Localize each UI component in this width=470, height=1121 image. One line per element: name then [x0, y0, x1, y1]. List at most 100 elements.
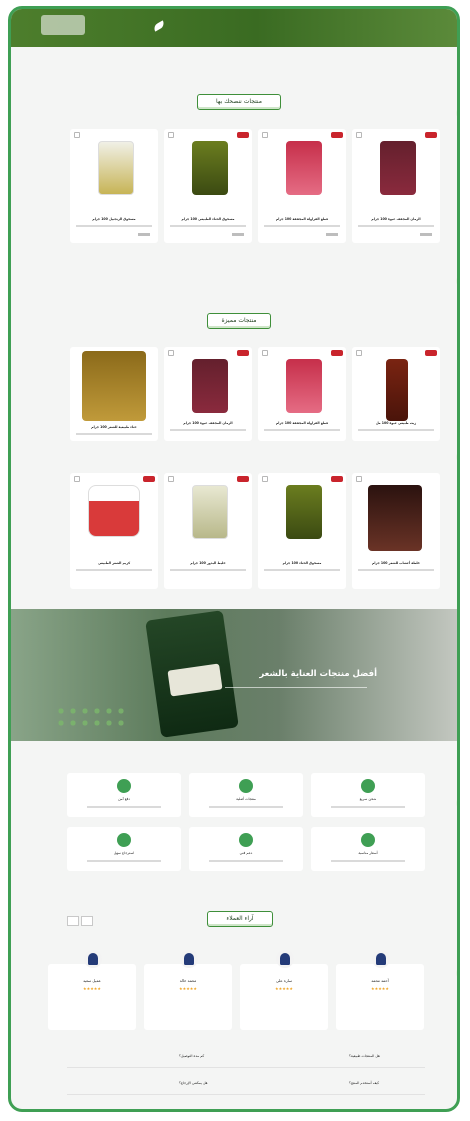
avatar: [180, 950, 198, 968]
product-image[interactable]: [286, 359, 322, 413]
product-image[interactable]: [192, 485, 228, 539]
product-price: [138, 233, 150, 236]
sale-badge: [331, 132, 343, 138]
review-card: سارة علي ★★★★★: [240, 950, 328, 1030]
product-image[interactable]: [88, 485, 140, 537]
product-card[interactable]: مسحوق الحناء الطبيعي 100 جرام: [164, 129, 252, 243]
wishlist-icon[interactable]: [356, 350, 362, 356]
wishlist-icon[interactable]: [262, 132, 268, 138]
product-meta: [76, 569, 152, 571]
product-card[interactable]: زيت طبيعي عبوة 100 مل: [352, 347, 440, 441]
reviewer-name: عميل سعيد: [83, 978, 101, 983]
product-meta: [170, 569, 246, 571]
product-title[interactable]: حناء طبيعية للشعر 100 جرام: [76, 425, 152, 429]
product-image[interactable]: [192, 359, 228, 413]
product-title[interactable]: قطع الفراولة المجففة 100 جرام: [264, 421, 340, 425]
reviewer-name: محمد خالد: [179, 978, 197, 983]
side-nav-dot[interactable]: [456, 451, 457, 463]
feature-icon: [361, 779, 375, 793]
rating-stars: ★★★★★: [275, 986, 293, 991]
product-title[interactable]: كريم الشعر الطبيعي: [76, 561, 152, 565]
wishlist-icon[interactable]: [356, 476, 362, 482]
sale-badge: [331, 476, 343, 482]
feature-card: دعم فني: [189, 827, 303, 871]
product-card[interactable]: خليط البذور 100 جرام: [164, 473, 252, 589]
product-meta: [170, 225, 246, 227]
faq-question[interactable]: هل المنتجات طبيعية؟: [349, 1054, 380, 1058]
product-card[interactable]: قطع الفراولة المجففة 100 جرام: [258, 347, 346, 441]
feature-desc: [87, 806, 161, 808]
product-title[interactable]: خليط البذور 100 جرام: [170, 561, 246, 565]
feature-label: منتجات أصلية: [236, 797, 256, 801]
header-thumbnail: [41, 15, 85, 35]
product-title[interactable]: الرمان المجفف عبوة 100 جرام: [170, 421, 246, 425]
product-card[interactable]: الرمان المجفف عبوة 100 جرام: [352, 129, 440, 243]
product-card[interactable]: مسحوق الحناء 100 جرام: [258, 473, 346, 589]
sale-badge: [331, 350, 343, 356]
product-image[interactable]: [192, 141, 228, 195]
product-card[interactable]: الرمان المجفف عبوة 100 جرام: [164, 347, 252, 441]
side-nav-dot[interactable]: [456, 107, 457, 119]
reviewer-name: سارة علي: [275, 978, 293, 983]
product-title[interactable]: مسحوق الزنجبيل 100 جرام: [76, 217, 152, 221]
product-title[interactable]: قطع الفراولة المجففة 100 جرام: [264, 217, 340, 221]
carousel-arrows[interactable]: [67, 911, 97, 926]
rating-stars: ★★★★★: [179, 986, 197, 991]
top-header-banner: [11, 9, 457, 47]
product-meta: [264, 429, 340, 431]
product-image[interactable]: [386, 359, 408, 421]
side-nav-dot[interactable]: [456, 275, 457, 287]
product-title[interactable]: مسحوق الحناء 100 جرام: [264, 561, 340, 565]
product-meta: [76, 433, 152, 435]
product-image[interactable]: [368, 485, 422, 551]
feature-icon: [117, 779, 131, 793]
side-nav-dot[interactable]: [456, 967, 457, 979]
sale-badge: [237, 476, 249, 482]
avatar: [84, 950, 102, 968]
product-image[interactable]: [286, 485, 322, 539]
product-card[interactable]: حناء طبيعية للشعر 100 جرام: [70, 347, 158, 441]
product-meta: [264, 569, 340, 571]
product-meta: [358, 225, 434, 227]
promo-banner[interactable]: أفضل منتجات العناية بالشعر: [11, 609, 457, 741]
leaf-icon: [152, 20, 166, 32]
reviewer-name: أحمد محمد: [371, 978, 389, 983]
product-card[interactable]: كريم الشعر الطبيعي: [70, 473, 158, 589]
product-card[interactable]: خلطة أعشاب للشعر 100 جرام: [352, 473, 440, 589]
product-meta: [358, 429, 434, 431]
next-arrow-icon[interactable]: [81, 916, 93, 926]
wishlist-icon[interactable]: [262, 350, 268, 356]
wishlist-icon[interactable]: [168, 350, 174, 356]
wishlist-icon[interactable]: [262, 476, 268, 482]
feature-card: أسعار مناسبة: [311, 827, 425, 871]
product-image[interactable]: [98, 141, 134, 195]
product-meta: [264, 225, 340, 227]
product-title[interactable]: خلطة أعشاب للشعر 100 جرام: [358, 561, 434, 565]
product-title[interactable]: الرمان المجفف عبوة 100 جرام: [358, 217, 434, 221]
product-card[interactable]: قطع الفراولة المجففة 100 جرام: [258, 129, 346, 243]
feature-card: استرجاع سهل: [67, 827, 181, 871]
product-image[interactable]: [82, 351, 146, 421]
rating-stars: ★★★★★: [83, 986, 101, 991]
faq-question[interactable]: كيف أستخدم المنتج؟: [349, 1081, 379, 1085]
faq-question[interactable]: كم مدة التوصيل؟: [179, 1054, 204, 1058]
prev-arrow-icon[interactable]: [67, 916, 79, 926]
wishlist-icon[interactable]: [168, 476, 174, 482]
product-card[interactable]: مسحوق الزنجبيل 100 جرام: [70, 129, 158, 243]
product-image[interactable]: [380, 141, 416, 195]
section-title-recommended: منتجات ننصحك بها: [197, 94, 281, 110]
feature-label: أسعار مناسبة: [358, 851, 378, 855]
wishlist-icon[interactable]: [74, 476, 80, 482]
product-title[interactable]: زيت طبيعي عبوة 100 مل: [358, 421, 434, 425]
avatar: [372, 950, 390, 968]
product-image[interactable]: [286, 141, 322, 195]
rating-stars: ★★★★★: [371, 986, 389, 991]
review-card: محمد خالد ★★★★★: [144, 950, 232, 1030]
wishlist-icon[interactable]: [356, 132, 362, 138]
wishlist-icon[interactable]: [74, 132, 80, 138]
wishlist-icon[interactable]: [168, 132, 174, 138]
product-title[interactable]: مسحوق الحناء الطبيعي 100 جرام: [170, 217, 246, 221]
faq-question[interactable]: هل يمكنني الإرجاع؟: [179, 1081, 208, 1085]
side-nav-dot[interactable]: [456, 797, 457, 809]
avatar: [276, 950, 294, 968]
